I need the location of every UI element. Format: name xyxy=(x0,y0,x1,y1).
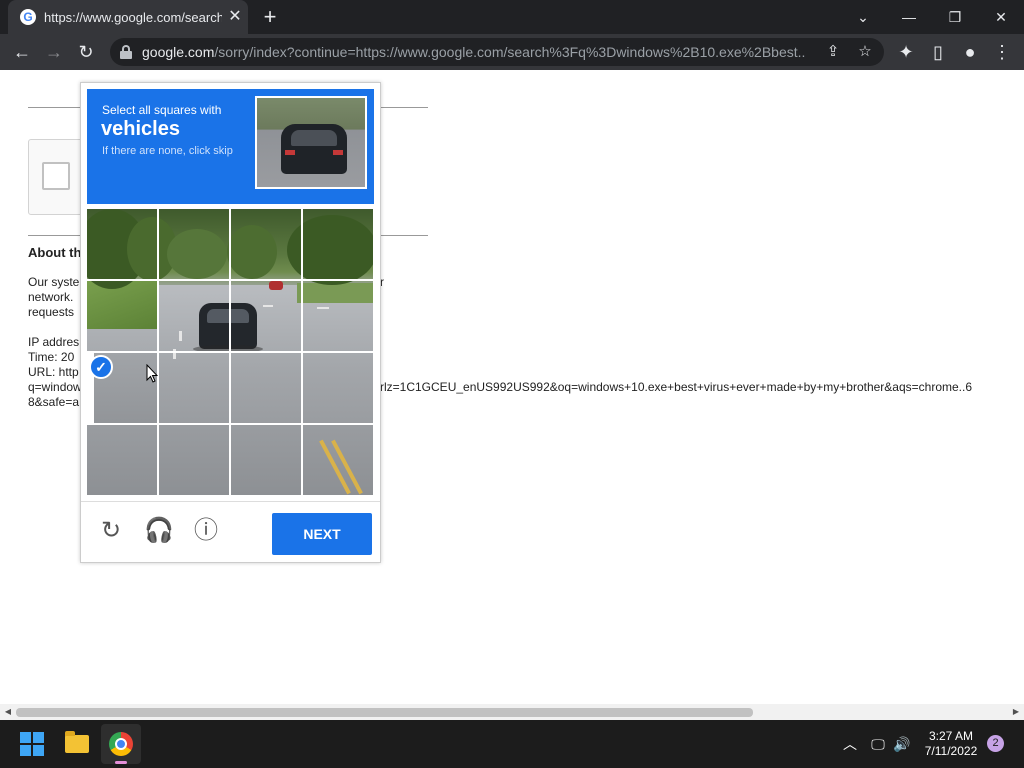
network-icon[interactable]: 🖵 xyxy=(868,734,888,754)
body-line: requests xyxy=(28,305,75,319)
captcha-tile[interactable] xyxy=(159,425,229,495)
captcha-tile[interactable] xyxy=(303,353,373,423)
google-favicon-icon: G xyxy=(20,9,36,25)
url-line: URL: http xyxy=(28,365,79,379)
reload-challenge-icon[interactable]: ↻ xyxy=(97,517,125,545)
captcha-tile[interactable] xyxy=(87,281,157,351)
minimize-button[interactable]: — xyxy=(886,0,932,34)
captcha-tile[interactable] xyxy=(87,209,157,279)
captcha-tile[interactable] xyxy=(303,425,373,495)
close-window-button[interactable]: ✕ xyxy=(978,0,1024,34)
captcha-hint: If there are none, click skip xyxy=(102,145,233,157)
lock-icon[interactable] xyxy=(120,45,132,59)
captcha-instruction: Select all squares with xyxy=(102,103,222,117)
ip-address-line: IP addres xyxy=(28,335,80,349)
restore-button[interactable]: ❐ xyxy=(932,0,978,34)
captcha-header: Select all squares with vehicles If ther… xyxy=(87,89,374,204)
captcha-target: vehicles xyxy=(101,118,180,140)
back-icon[interactable]: ← xyxy=(10,40,34,64)
captcha-tile[interactable] xyxy=(303,281,373,351)
scroll-left-icon[interactable]: ◀ xyxy=(2,706,14,718)
scrollbar-thumb[interactable] xyxy=(16,708,753,717)
windows-start-icon[interactable] xyxy=(20,732,44,756)
scroll-right-icon[interactable]: ▶ xyxy=(1010,706,1022,718)
browser-tab[interactable]: G https://www.google.com/search?q=window… xyxy=(8,0,248,34)
captcha-tile[interactable] xyxy=(231,209,301,279)
captcha-image-grid: ✓ xyxy=(87,209,374,496)
tab-title: https://www.google.com/search?q=windows+… xyxy=(44,10,222,25)
new-tab-button[interactable]: + xyxy=(258,5,282,29)
tile-selected-check-icon: ✓ xyxy=(89,355,113,379)
captcha-tile[interactable] xyxy=(303,209,373,279)
url-text[interactable]: google.com/sorry/index?continue=https://… xyxy=(142,44,806,62)
audio-challenge-icon[interactable]: 🎧 xyxy=(144,517,174,545)
captcha-tile[interactable] xyxy=(231,281,301,351)
clock-time: 3:27 AM xyxy=(928,729,974,743)
body-line: network. xyxy=(28,290,74,304)
next-button[interactable]: NEXT xyxy=(272,513,372,555)
info-icon[interactable]: ⓘ xyxy=(192,517,220,545)
captcha-footer: ↻ 🎧 ⓘ NEXT xyxy=(81,501,380,562)
profile-icon[interactable]: ● xyxy=(958,40,982,64)
horizontal-scrollbar[interactable]: ◀ ▶ xyxy=(0,704,1024,720)
mouse-cursor-icon xyxy=(146,364,158,383)
side-panel-icon[interactable]: ▯ xyxy=(926,40,950,64)
captcha-tile[interactable] xyxy=(159,353,229,423)
recaptcha-checkbox[interactable] xyxy=(42,162,70,190)
bookmark-star-icon[interactable]: ☆ xyxy=(854,41,876,63)
tab-close-icon[interactable]: ✕ xyxy=(226,8,244,26)
address-bar[interactable]: google.com/sorry/index?continue=https://… xyxy=(110,38,884,66)
captcha-tile[interactable] xyxy=(87,425,157,495)
forward-icon[interactable]: → xyxy=(42,40,66,64)
query-line: q=window xyxy=(28,380,82,394)
tray-chevron-icon[interactable]: ︿ xyxy=(840,734,860,754)
extensions-icon[interactable]: ✦ xyxy=(894,40,918,64)
browser-title-bar: G https://www.google.com/search?q=window… xyxy=(0,0,1024,34)
about-heading: About th xyxy=(28,245,82,260)
body-line: Our syste xyxy=(28,275,80,289)
time-line: Time: 20 xyxy=(28,350,75,364)
captcha-tile[interactable] xyxy=(159,281,229,351)
windows-taskbar: ︿ 🖵 🔊 3:27 AM 7/11/2022 2 xyxy=(0,720,1024,768)
captcha-tile[interactable] xyxy=(231,353,301,423)
browser-toolbar: ← → ↻ google.com/sorry/index?continue=ht… xyxy=(0,34,1024,70)
query-line-continued: rlz=1C1GCEU_enUS992US992&oq=windows+10.e… xyxy=(380,380,973,394)
car-image xyxy=(281,124,347,174)
captcha-example-image xyxy=(255,96,367,189)
file-explorer-icon[interactable] xyxy=(57,724,97,764)
taskbar-clock[interactable]: 3:27 AM 7/11/2022 xyxy=(916,729,986,759)
reload-icon[interactable]: ↻ xyxy=(74,40,98,64)
menu-icon[interactable]: ⋮ xyxy=(990,40,1014,64)
notification-badge[interactable]: 2 xyxy=(987,735,1004,752)
tab-search-button[interactable]: ⌄ xyxy=(840,0,886,34)
volume-icon[interactable]: 🔊 xyxy=(892,734,912,754)
captcha-tile[interactable] xyxy=(159,209,229,279)
captcha-challenge-dialog: Select all squares with vehicles If ther… xyxy=(80,82,381,563)
share-icon[interactable]: ⇪ xyxy=(822,41,844,63)
captcha-tile[interactable] xyxy=(231,425,301,495)
clock-date: 7/11/2022 xyxy=(924,744,978,758)
safe-line: 8&safe=a xyxy=(28,395,80,409)
chrome-taskbar-icon[interactable] xyxy=(101,724,141,764)
